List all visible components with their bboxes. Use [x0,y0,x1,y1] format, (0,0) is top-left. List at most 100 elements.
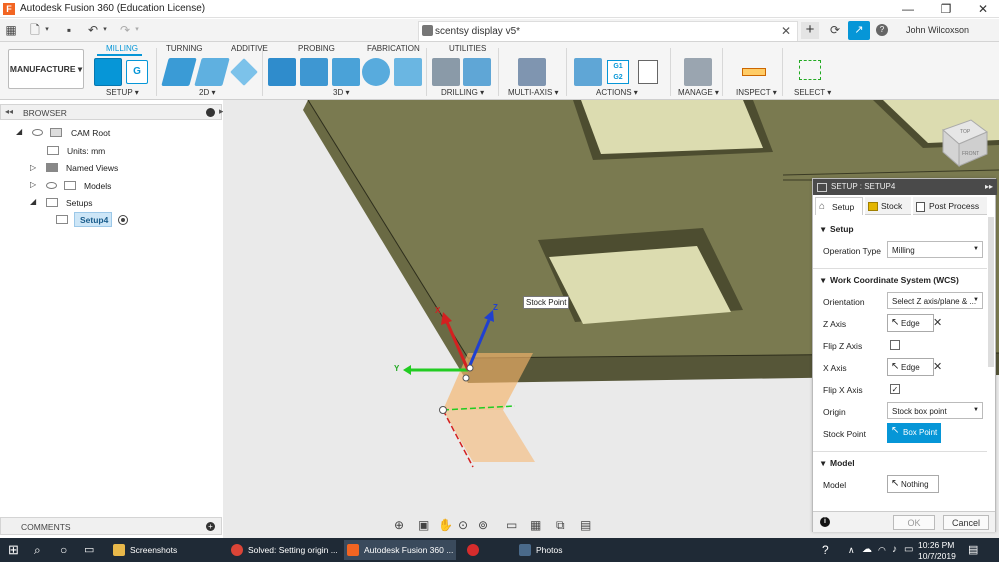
3d-adaptive-icon[interactable] [268,58,296,86]
extensions-icon[interactable]: ⟳ [828,22,842,38]
taskbar-app-photos[interactable]: Photos [516,540,596,560]
contour-icon[interactable] [362,58,390,86]
face-icon[interactable] [230,58,258,86]
3d-pocket-icon[interactable] [300,58,328,86]
model-section-header[interactable]: ▾ Model [821,458,855,469]
pan-icon[interactable]: ✋ [438,518,453,532]
multi-axis-icon[interactable] [518,58,546,86]
grid-icon[interactable]: ▦ [530,518,541,532]
environment-icon[interactable]: ▤ [580,518,591,532]
expand-named-views-icon[interactable]: ▷ [30,163,36,172]
ok-button[interactable]: OK [893,515,935,530]
browser-minimize-icon[interactable] [206,108,215,117]
close-tab-icon[interactable]: ✕ [781,24,791,38]
post-process-icon[interactable]: G1 G2 [607,60,629,84]
orbit-icon[interactable]: ⊕ [394,518,404,532]
browser-item-named-views[interactable]: Named Views [66,163,118,173]
setup-section-header[interactable]: ▾ Setup [821,224,854,235]
operation-type-select[interactable]: Milling ▼ [887,241,983,258]
help-icon[interactable]: ? [876,24,888,36]
orientation-select[interactable]: Select Z axis/plane & ... ▼ [887,292,983,309]
tool-library-icon[interactable] [684,58,712,86]
2d-group-label[interactable]: 2D ▾ [199,88,215,97]
stock-point-select-button[interactable]: ↖ Box Point [887,423,941,443]
drill-icon[interactable] [432,58,460,86]
wcs-section-header[interactable]: ▾ Work Coordinate System (WCS) [821,275,959,286]
battery-icon[interactable]: ▭ [904,538,913,562]
parallel-icon[interactable] [332,58,360,86]
activate-setup-icon[interactable] [118,215,128,225]
job-status-icon[interactable]: ↗ [848,21,870,40]
info-icon[interactable]: i [820,517,830,527]
wifi-icon[interactable]: ◠ [878,538,886,562]
help-circle-icon[interactable]: ? [822,538,829,562]
taskbar-app-fusion[interactable]: Autodesk Fusion 360 ... [344,540,456,560]
redo-dropdown-icon[interactable]: ▾ [132,22,142,38]
tray-chevron-icon[interactable]: ∧ [848,538,855,562]
tab-stock[interactable]: Stock [865,197,911,215]
3d-group-label[interactable]: 3D ▾ [333,88,349,97]
taskbar-app-chrome[interactable]: Solved: Setting origin ... [228,540,340,560]
drilling-group-label[interactable]: DRILLING ▾ [441,88,484,97]
look-at-icon[interactable]: ▣ [418,518,429,532]
x-axis-select-button[interactable]: ↖ Edge [887,358,934,376]
new-tab-button[interactable]: + [801,22,819,39]
tab-post-process[interactable]: Post Process [913,197,987,215]
actions-group-label[interactable]: ACTIONS ▾ [596,88,638,97]
save-icon[interactable]: ▪ [62,22,76,38]
user-name[interactable]: John Wilcoxson [906,25,969,35]
taskbar-date[interactable]: 10/7/2019 [918,551,956,561]
origin-select[interactable]: Stock box point ▼ [887,402,983,419]
browser-item-units[interactable]: Units: mm [67,146,105,156]
browser-item-cam-root[interactable]: CAM Root [71,128,110,138]
browser-item-models[interactable]: Models [84,181,111,191]
tab-setup[interactable]: ⌂ Setup [815,197,863,215]
file-menu-icon[interactable]: 🗋 [28,22,42,38]
onedrive-icon[interactable]: ☁ [862,538,872,562]
tab-fabrication[interactable]: FABRICATION [367,44,420,53]
comments-panel[interactable]: COMMENTS + [0,517,222,535]
taskbar-app-screenshots[interactable]: Screenshots [110,540,220,560]
minimize-button[interactable]: — [893,1,923,17]
nc-program-icon[interactable]: G [126,60,148,84]
2d-pocket-icon[interactable] [194,58,230,86]
taskbar-app-red[interactable] [464,540,486,560]
volume-icon[interactable]: ♪ [892,538,897,562]
visibility-eye-icon[interactable] [32,129,43,136]
notifications-icon[interactable]: ▤ [968,538,978,562]
inspect-group-label[interactable]: INSPECT ▾ [736,88,777,97]
undo-icon[interactable]: ↶ [86,22,100,38]
dialog-expand-icon[interactable]: ▸▸ [985,182,993,191]
tab-probing[interactable]: PROBING [298,44,335,53]
close-window-button[interactable]: ✕ [968,1,998,17]
expand-cam-root-icon[interactable]: ◢ [16,127,22,136]
browser-item-setups[interactable]: Setups [66,198,92,208]
expand-models-icon[interactable]: ▷ [30,180,36,189]
setup-sheet-icon[interactable] [638,60,658,84]
manage-group-label[interactable]: MANAGE ▾ [678,88,719,97]
file-dropdown-icon[interactable]: ▾ [42,22,52,38]
tab-utilities[interactable]: UTILITIES [449,44,486,53]
workspace-switcher[interactable]: MANUFACTURE ▾ [8,49,84,89]
measure-icon[interactable] [742,68,766,76]
visibility-eye-icon[interactable] [46,182,57,189]
viewports-icon[interactable]: ⧉ [556,518,565,533]
flip-x-checkbox[interactable]: ✓ [890,384,900,394]
simulate-icon[interactable] [574,58,602,86]
model-select-button[interactable]: ↖ Nothing [887,475,939,493]
search-icon[interactable]: ⌕ [34,538,41,562]
tab-milling[interactable]: MILLING [106,44,138,53]
dialog-title-bar[interactable]: SETUP : SETUP4 [813,179,997,195]
windows-start-icon[interactable]: ⊞ [8,538,19,562]
tab-turning[interactable]: TURNING [166,44,202,53]
add-comment-icon[interactable]: + [206,522,215,531]
z-axis-clear-icon[interactable]: ✕ [933,316,942,329]
dialog-scrollbar[interactable] [988,217,994,367]
multi-axis-group-label[interactable]: MULTI-AXIS ▾ [508,88,559,97]
2d-adaptive-icon[interactable] [161,58,197,86]
new-setup-icon[interactable] [94,58,122,86]
select-group-label[interactable]: SELECT ▾ [794,88,831,97]
setup-group-label[interactable]: SETUP ▾ [106,88,139,97]
cortana-icon[interactable]: ○ [60,538,67,562]
zoom-icon[interactable]: ⊙ [458,518,468,532]
